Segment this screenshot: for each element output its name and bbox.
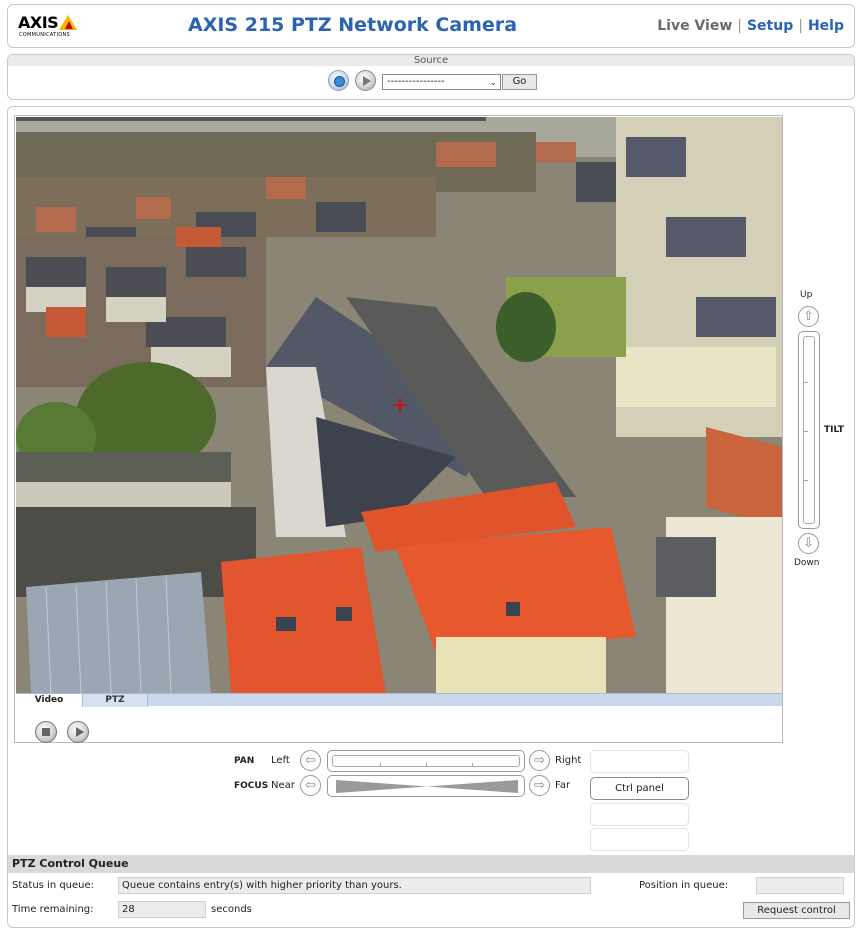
pan-label: PAN <box>234 756 255 766</box>
time-remaining-label: Time remaining: <box>12 904 94 915</box>
request-control-button[interactable]: Request control <box>743 902 850 919</box>
source-label: Source <box>413 55 449 66</box>
focus-wedge <box>336 780 518 793</box>
source-select[interactable]: ---------------- ⌄ <box>382 74 501 90</box>
arrow-down-icon[interactable]: ⇩ <box>798 533 819 554</box>
play-source-button[interactable] <box>355 70 376 91</box>
arrow-up-icon[interactable]: ⇧ <box>798 306 819 327</box>
time-remaining-unit: seconds <box>211 904 252 915</box>
tab-video[interactable]: Video <box>16 694 82 707</box>
axis-logo[interactable]: AXIS COMMUNICATIONS <box>18 13 88 41</box>
play-icon[interactable] <box>67 721 89 743</box>
header-bar: AXIS COMMUNICATIONS AXIS 215 PTZ Network… <box>7 4 855 48</box>
video-frame: Video PTZ <box>14 115 783 743</box>
logo-text: AXIS <box>18 13 59 32</box>
ctrl-panel-button[interactable]: Ctrl panel <box>590 777 689 800</box>
empty-control-slot <box>590 803 689 826</box>
arrow-left-icon[interactable]: ⇦ <box>300 750 321 771</box>
nav-separator: | <box>737 18 742 34</box>
main-panel: Video PTZ Up ⇧ TILT ⇩ Down PAN Left ⇦ ⇨ … <box>7 106 855 928</box>
tilt-up-label: Up <box>800 290 813 300</box>
camera-scene <box>16 117 782 693</box>
pan-tick <box>380 763 381 767</box>
arrow-left-icon[interactable]: ⇦ <box>300 775 321 796</box>
pan-tick <box>426 763 427 767</box>
focus-near-label: Near <box>271 780 295 791</box>
stop-icon[interactable] <box>35 721 57 743</box>
focus-far-label: Far <box>555 780 571 791</box>
time-remaining-field: 28 <box>118 901 206 918</box>
tilt-tick <box>804 480 808 481</box>
position-in-queue-label: Position in queue: <box>639 880 729 891</box>
focus-slider[interactable] <box>327 775 525 797</box>
chevron-down-icon: ⌄ <box>489 78 497 88</box>
arrow-right-icon[interactable]: ⇨ <box>529 775 550 796</box>
logo-subtext: COMMUNICATIONS <box>19 32 71 38</box>
pan-right-label: Right <box>555 755 582 766</box>
position-in-queue-field <box>756 877 844 894</box>
nav-separator: | <box>798 18 803 34</box>
nav-help[interactable]: Help <box>808 18 844 34</box>
empty-control-slot <box>590 750 689 773</box>
top-nav: Live View | Setup | Help <box>657 18 844 34</box>
nav-live-view[interactable]: Live View <box>657 18 732 34</box>
go-button[interactable]: Go <box>502 74 537 90</box>
focus-label: FOCUS <box>234 781 269 791</box>
page-title: AXIS 215 PTZ Network Camera <box>188 14 518 36</box>
pan-slider[interactable] <box>327 750 525 772</box>
tilt-tick <box>804 382 808 383</box>
snapshot-icon[interactable] <box>328 70 349 91</box>
tilt-label: TILT <box>824 425 844 435</box>
live-video-image[interactable] <box>16 117 782 693</box>
logo-triangle-inner-icon <box>65 21 73 29</box>
tilt-tick <box>804 431 808 432</box>
pan-left-label: Left <box>271 755 290 766</box>
nav-setup[interactable]: Setup <box>747 18 793 34</box>
status-in-queue-label: Status in queue: <box>12 880 95 891</box>
ptz-queue-title: PTZ Control Queue <box>8 855 854 873</box>
tilt-slider[interactable] <box>798 331 820 529</box>
tilt-down-label: Down <box>794 558 820 568</box>
empty-control-slot <box>590 828 689 851</box>
status-in-queue-field: Queue contains entry(s) with higher prio… <box>118 877 591 894</box>
video-tab-bar: Video PTZ <box>16 693 782 707</box>
source-panel: Source ---------------- ⌄ Go <box>7 54 855 100</box>
arrow-right-icon[interactable]: ⇨ <box>529 750 550 771</box>
source-select-value: ---------------- <box>387 76 445 87</box>
tilt-slider-track <box>803 336 815 524</box>
pan-tick <box>472 763 473 767</box>
tab-ptz[interactable]: PTZ <box>82 694 148 707</box>
